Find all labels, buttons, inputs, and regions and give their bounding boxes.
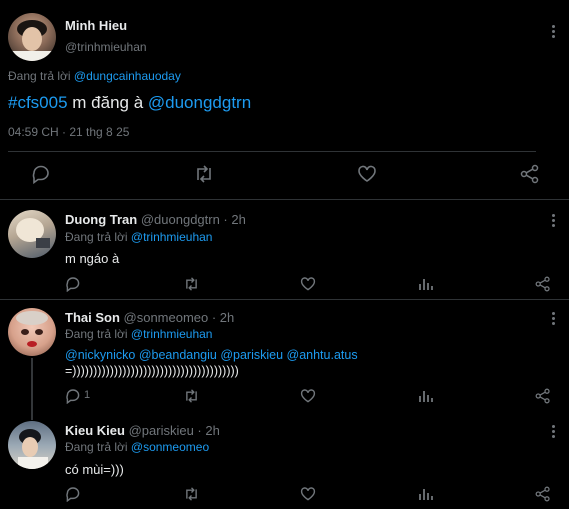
tweet-text: #cfs005 m đăng à @duongdgtrn [8,93,251,113]
main-tweet: Minh Hieu @trinhmieuhan Đang trả lời @du… [0,0,569,200]
author-name[interactable]: Minh Hieu [65,18,127,33]
retweet-icon[interactable] [183,388,200,404]
views-icon[interactable] [418,276,434,292]
avatar[interactable] [8,308,56,356]
more-options-icon[interactable] [552,25,556,40]
reply-prefix: Đang trả lời [65,327,131,341]
author-name[interactable]: Duong Tran [65,212,137,227]
author-handle-time[interactable]: @sonmeomeo · 2h [124,310,235,325]
thread-line [31,358,33,420]
author-name[interactable]: Kieu Kieu [65,423,125,438]
reply-text: m ngáo à [65,251,120,266]
reply-prefix: Đang trả lời [65,440,131,454]
mentions-text[interactable]: @nickynicko @beandangiu @pariskieu @anht… [65,348,358,362]
reply-header: Thai Son @sonmeomeo · 2h [65,310,234,325]
reply-text: có mùi=))) [65,462,124,477]
reply-count: 1 [84,389,91,401]
reply-text: =)))))))))))))))))))))))))))))))))))))))… [65,364,239,378]
reply-context: Đang trả lời @trinhmieuhan [65,230,212,244]
like-icon[interactable] [357,164,377,184]
views-icon[interactable] [418,388,434,404]
mention-link[interactable]: @duongdgtrn [148,93,251,112]
avatar[interactable] [8,421,56,469]
author-handle-time[interactable]: @pariskieu · 2h [129,423,220,438]
hashtag-link[interactable]: #cfs005 [8,93,68,112]
reply-icon[interactable] [65,388,81,404]
reply-icon[interactable] [31,164,51,184]
reply-prefix: Đang trả lời [65,230,131,244]
timestamp[interactable]: 04:59 CH · 21 thg 8 25 [8,125,129,139]
avatar[interactable] [8,210,56,258]
retweet-icon[interactable] [183,276,200,292]
reply-icon[interactable] [65,486,81,502]
more-options-icon[interactable] [552,214,556,229]
avatar-photo [12,20,52,61]
retweet-icon[interactable] [183,486,200,502]
reply-context: Đang trả lời @dungcainhauoday [8,69,181,83]
reply-icon[interactable] [65,276,81,292]
retweet-icon[interactable] [193,164,215,184]
divider [8,151,536,152]
like-icon[interactable] [300,276,316,292]
avatar-photo [16,311,48,347]
reply-header: Kieu Kieu @pariskieu · 2h [65,423,220,438]
share-icon[interactable] [520,164,540,184]
reply-to-link[interactable]: @trinhmieuhan [131,230,213,244]
reply-context: Đang trả lời @trinhmieuhan [65,327,212,341]
reply-to-link[interactable]: @dungcainhauoday [74,69,181,83]
avatar[interactable] [8,13,56,61]
share-icon[interactable] [535,276,551,292]
reply-header: Duong Tran @duongdgtrn · 2h [65,212,246,227]
reply-prefix: Đang trả lời [8,69,74,83]
share-icon[interactable] [535,486,551,502]
share-icon[interactable] [535,388,551,404]
avatar-photo [18,429,48,469]
reply-context: Đang trả lời @sonmeomeo [65,440,209,454]
like-icon[interactable] [300,486,316,502]
views-icon[interactable] [418,486,434,502]
divider [0,199,569,200]
author-handle[interactable]: @trinhmieuhan [65,40,147,54]
divider [0,299,569,300]
tweet-text-body: m đăng à [67,93,148,112]
more-options-icon[interactable] [552,425,556,440]
avatar-photo [16,218,50,248]
reply-to-link[interactable]: @trinhmieuhan [131,327,213,341]
reply-to-link[interactable]: @sonmeomeo [131,440,209,454]
author-name[interactable]: Thai Son [65,310,120,325]
more-options-icon[interactable] [552,312,556,327]
like-icon[interactable] [300,388,316,404]
author-handle-time[interactable]: @duongdgtrn · 2h [141,212,246,227]
